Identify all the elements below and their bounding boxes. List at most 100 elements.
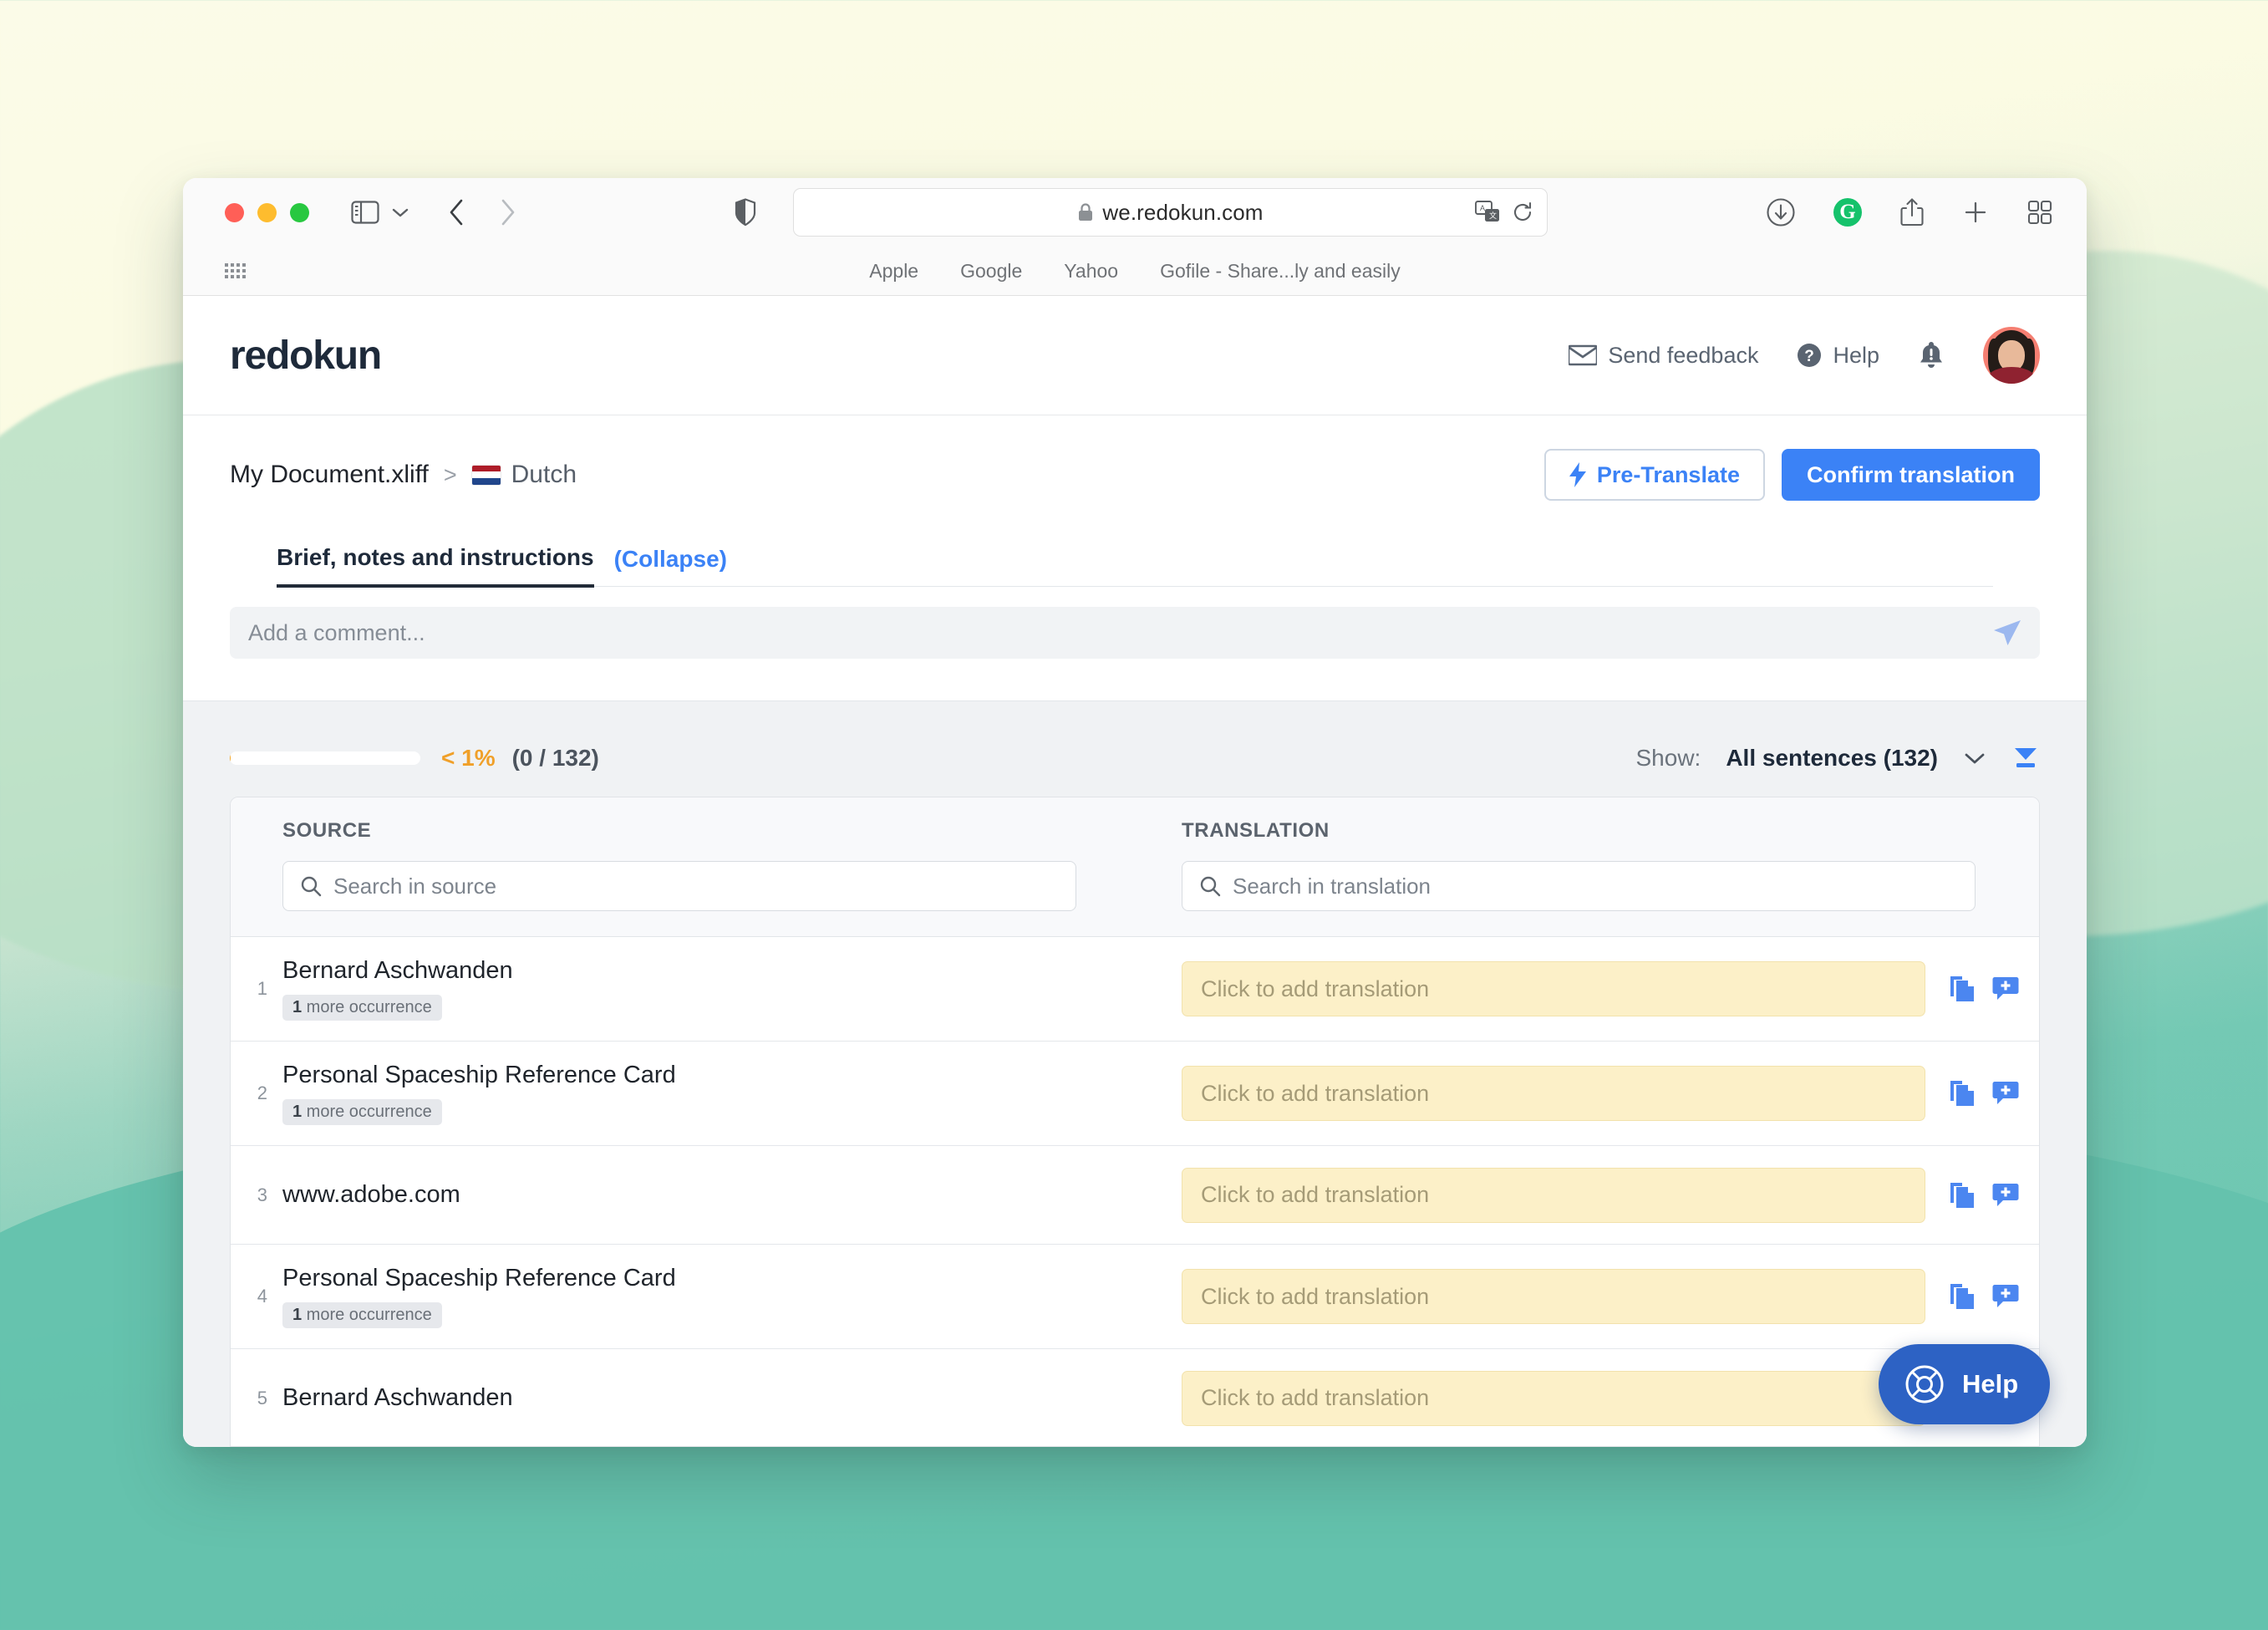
row-source-cell[interactable]: Bernard Aschwanden	[282, 1364, 1142, 1432]
translation-header-label: TRANSLATION	[1182, 819, 1330, 842]
row-source-cell[interactable]: Personal Spaceship Reference Card 1 more …	[282, 1245, 1142, 1348]
search-in-source-input[interactable]: Search in source	[282, 861, 1076, 911]
svg-text:A: A	[1480, 204, 1485, 212]
chevron-down-icon[interactable]	[391, 206, 409, 218]
grammarly-icon[interactable]: G	[1833, 198, 1862, 227]
address-bar-actions[interactable]: A 文	[1475, 201, 1533, 224]
translate-page-icon[interactable]: A 文	[1475, 201, 1500, 224]
add-comment-icon[interactable]	[1992, 1283, 2019, 1310]
copy-source-icon[interactable]	[1949, 975, 1976, 1003]
reload-icon[interactable]	[1512, 201, 1533, 224]
help-button[interactable]: ? Help	[1797, 343, 1879, 369]
bookmark-yahoo[interactable]: Yahoo	[1064, 260, 1118, 283]
add-comment-icon[interactable]	[1992, 1182, 2019, 1209]
downloads-icon[interactable]	[1766, 197, 1796, 227]
window-controls[interactable]	[225, 202, 309, 222]
address-bar[interactable]: we.redokun.com A 文	[793, 188, 1548, 237]
back-arrow-icon[interactable]	[448, 198, 465, 227]
bookmark-google[interactable]: Google	[960, 260, 1022, 283]
breadcrumb-document[interactable]: My Document.xliff	[230, 461, 429, 489]
row-source-text: www.adobe.com	[282, 1181, 460, 1208]
privacy-shield-icon[interactable]	[735, 198, 756, 227]
occurrence-badge[interactable]: 1 more occurrence	[282, 1302, 442, 1328]
share-icon[interactable]	[1899, 197, 1925, 227]
redokun-logo[interactable]: redokun	[230, 333, 382, 379]
table-row: 4 Personal Spaceship Reference Card 1 more…	[231, 1245, 2039, 1349]
translation-input[interactable]: Click to add translation	[1182, 1167, 1925, 1223]
show-label: Show:	[1635, 745, 1701, 771]
row-source-text: Personal Spaceship Reference Card	[282, 1062, 676, 1088]
sidebar-icon[interactable]	[351, 201, 379, 224]
translation-placeholder: Click to add translation	[1201, 1182, 1430, 1207]
copy-source-icon[interactable]	[1949, 1079, 1976, 1108]
comment-row: Add a comment...	[183, 587, 2087, 700]
breadcrumb-language: Dutch	[471, 461, 577, 489]
bookmark-apple[interactable]: Apple	[869, 260, 918, 283]
source-header-label: SOURCE	[282, 819, 372, 842]
browser-toolbar-actions[interactable]: G	[1766, 197, 2063, 227]
panel-filters: Show: All sentences (132)	[1636, 745, 2041, 772]
envelope-icon	[1569, 344, 1598, 366]
row-actions	[1925, 975, 2039, 1003]
new-tab-plus-icon[interactable]	[1962, 199, 1989, 226]
row-source-cell[interactable]: Personal Spaceship Reference Card 1 more …	[282, 1042, 1142, 1145]
pre-translate-button[interactable]: Pre-Translate	[1543, 449, 1765, 501]
search-icon	[300, 875, 322, 897]
minimize-window-button[interactable]	[257, 202, 277, 222]
search-in-source-placeholder: Search in source	[333, 873, 497, 899]
svg-text:?: ?	[1805, 348, 1815, 365]
send-feedback-button[interactable]: Send feedback	[1569, 343, 1758, 369]
lifebuoy-icon	[1904, 1363, 1945, 1405]
browser-window: we.redokun.com A 文 G Apple Google Yahoo …	[183, 178, 2087, 1447]
copy-source-icon[interactable]	[1949, 1282, 1976, 1311]
download-export-icon[interactable]	[2011, 746, 2040, 771]
add-comment-icon[interactable]	[1992, 1080, 2019, 1107]
row-source-cell[interactable]: www.adobe.com	[282, 1161, 1142, 1229]
occurrence-badge[interactable]: 1 more occurrence	[282, 995, 442, 1021]
avatar[interactable]	[1983, 327, 2040, 384]
document-actions: Pre-Translate Confirm translation	[1543, 449, 2040, 501]
translation-input[interactable]: Click to add translation	[1182, 1066, 1925, 1121]
sidebar-controls[interactable]	[351, 201, 409, 224]
confirm-translation-button[interactable]: Confirm translation	[1781, 449, 2040, 501]
bookmark-gofile[interactable]: Gofile - Share...ly and easily	[1160, 260, 1401, 283]
send-paper-plane-icon[interactable]	[1993, 619, 2021, 646]
translation-column-header: TRANSLATION Search in translation	[1142, 819, 2039, 911]
progress-bar-fill	[230, 751, 231, 765]
notification-bell-icon[interactable]	[1918, 340, 1945, 370]
help-widget-button[interactable]: Help	[1879, 1344, 2051, 1424]
address-bar-content: we.redokun.com	[794, 200, 1547, 226]
maximize-window-button[interactable]	[290, 202, 309, 222]
help-label: Help	[1833, 342, 1879, 368]
close-window-button[interactable]	[225, 202, 244, 222]
row-actions	[1925, 1282, 2039, 1311]
translation-input[interactable]: Click to add translation	[1182, 1269, 1925, 1324]
row-number: 4	[257, 1286, 267, 1307]
row-source-cell[interactable]: Bernard Aschwanden 1 more occurrence	[282, 937, 1142, 1041]
occurrence-badge[interactable]: 1 more occurrence	[282, 1099, 442, 1125]
show-filter-value[interactable]: All sentences (132)	[1726, 745, 1938, 772]
url-text: we.redokun.com	[1102, 199, 1264, 225]
question-circle-icon: ?	[1797, 343, 1822, 368]
copy-source-icon[interactable]	[1949, 1181, 1976, 1210]
comment-input[interactable]: Add a comment...	[230, 607, 2040, 659]
bookmark-links[interactable]: Apple Google Yahoo Gofile - Share...ly a…	[183, 260, 2087, 283]
chevron-down-icon[interactable]	[1963, 751, 1986, 766]
search-in-translation-input[interactable]: Search in translation	[1182, 861, 1976, 911]
row-number: 2	[257, 1082, 267, 1103]
lock-icon	[1077, 202, 1094, 222]
translation-input[interactable]: Click to add translation	[1182, 1370, 1925, 1426]
tab-overview-icon[interactable]	[2026, 199, 2053, 226]
add-comment-icon[interactable]	[1992, 975, 2019, 1002]
row-translation-cell: Click to add translation	[1142, 943, 2039, 1035]
progress-percent: < 1%	[441, 745, 496, 771]
tab-brief-notes-instructions[interactable]: Brief, notes and instructions	[277, 544, 594, 588]
translation-input[interactable]: Click to add translation	[1182, 961, 1925, 1016]
app-content: redokun Send feedback ? Help My Document…	[183, 296, 2087, 1447]
forward-arrow-icon[interactable]	[500, 198, 516, 227]
collapse-toggle[interactable]: (Collapse)	[614, 546, 727, 586]
navigation-buttons[interactable]	[448, 198, 516, 227]
panel-toolbar: < 1% (0 / 132) Show: All sentences (132)	[230, 745, 2040, 797]
app-header-actions: Send feedback ? Help	[1569, 327, 2040, 384]
search-icon	[1199, 875, 1221, 897]
